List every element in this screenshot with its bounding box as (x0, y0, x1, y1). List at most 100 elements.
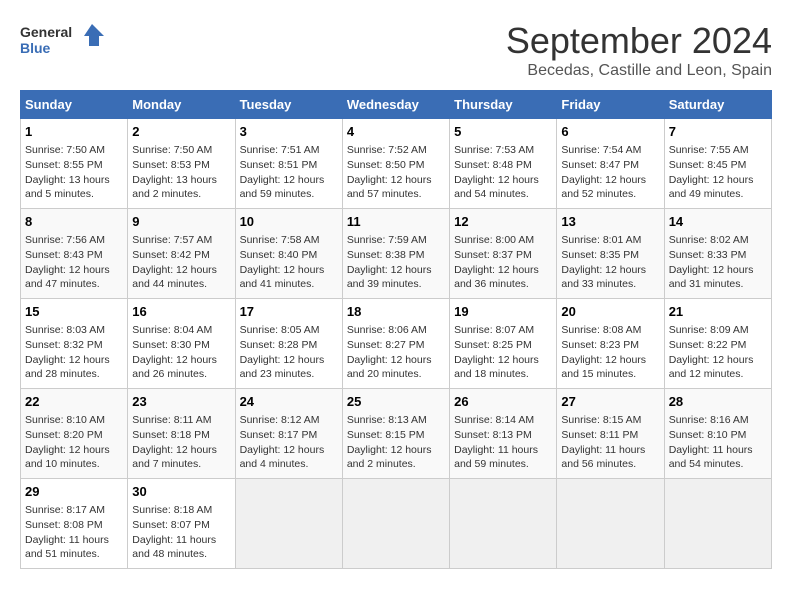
day-number: 30 (132, 483, 230, 501)
calendar-day (342, 479, 449, 569)
page-subtitle: Becedas, Castille and Leon, Spain (506, 62, 772, 80)
day-info: Sunrise: 7:57 AM Sunset: 8:42 PM Dayligh… (132, 233, 230, 292)
calendar-day: 9Sunrise: 7:57 AM Sunset: 8:42 PM Daylig… (128, 209, 235, 299)
day-number: 1 (25, 123, 123, 141)
calendar-day: 2 Sunrise: 7:50 AM Sunset: 8:53 PM Daylig… (128, 119, 235, 209)
day-info: Sunrise: 7:53 AM Sunset: 8:48 PM Dayligh… (454, 143, 552, 202)
day-number: 29 (25, 483, 123, 501)
day-number: 16 (132, 303, 230, 321)
day-number: 14 (669, 213, 767, 231)
day-info: Sunrise: 7:50 AM Sunset: 8:55 PM Dayligh… (25, 143, 123, 202)
day-number: 19 (454, 303, 552, 321)
calendar-day: 18 Sunrise: 8:06 AM Sunset: 8:27 PM Dayli… (342, 299, 449, 389)
day-info: Sunrise: 8:12 AM Sunset: 8:17 PM Dayligh… (240, 413, 338, 472)
calendar-day: 11 Sunrise: 7:59 AM Sunset: 8:38 PM Dayli… (342, 209, 449, 299)
day-info: Sunrise: 7:58 AM Sunset: 8:40 PM Dayligh… (240, 233, 338, 292)
calendar-day: 17 Sunrise: 8:05 AM Sunset: 8:28 PM Dayli… (235, 299, 342, 389)
calendar-day: 29 Sunrise: 8:17 AM Sunset: 8:08 PM Dayli… (21, 479, 128, 569)
day-number: 22 (25, 393, 123, 411)
day-info: Sunrise: 7:51 AM Sunset: 8:51 PM Dayligh… (240, 143, 338, 202)
day-number: 10 (240, 213, 338, 231)
day-info: Sunrise: 8:09 AM Sunset: 8:22 PM Dayligh… (669, 323, 767, 382)
day-info: Sunrise: 8:03 AM Sunset: 8:32 PM Dayligh… (25, 323, 123, 382)
calendar-day: 28 Sunrise: 8:16 AM Sunset: 8:10 PM Dayli… (664, 389, 771, 479)
weekday-header-friday: Friday (557, 91, 664, 119)
calendar-day (235, 479, 342, 569)
day-info: Sunrise: 7:52 AM Sunset: 8:50 PM Dayligh… (347, 143, 445, 202)
day-info: Sunrise: 8:06 AM Sunset: 8:27 PM Dayligh… (347, 323, 445, 382)
calendar-day: 21 Sunrise: 8:09 AM Sunset: 8:22 PM Dayli… (664, 299, 771, 389)
day-info: Sunrise: 7:59 AM Sunset: 8:38 PM Dayligh… (347, 233, 445, 292)
day-info: Sunrise: 8:16 AM Sunset: 8:10 PM Dayligh… (669, 413, 767, 472)
day-number: 7 (669, 123, 767, 141)
calendar-week-3: 15 Sunrise: 8:03 AM Sunset: 8:32 PM Dayli… (21, 299, 772, 389)
weekday-header-monday: Monday (128, 91, 235, 119)
day-info: Sunrise: 8:04 AM Sunset: 8:30 PM Dayligh… (132, 323, 230, 382)
day-number: 11 (347, 213, 445, 231)
day-number: 28 (669, 393, 767, 411)
svg-text:General: General (20, 24, 72, 40)
day-number: 5 (454, 123, 552, 141)
calendar-day: 24 Sunrise: 8:12 AM Sunset: 8:17 PM Dayli… (235, 389, 342, 479)
calendar-day: 6 Sunrise: 7:54 AM Sunset: 8:47 PM Daylig… (557, 119, 664, 209)
calendar-day: 25Sunrise: 8:13 AM Sunset: 8:15 PM Dayli… (342, 389, 449, 479)
calendar-day: 5 Sunrise: 7:53 AM Sunset: 8:48 PM Daylig… (450, 119, 557, 209)
calendar-day: 14 Sunrise: 8:02 AM Sunset: 8:33 PM Dayli… (664, 209, 771, 299)
day-number: 6 (561, 123, 659, 141)
day-number: 21 (669, 303, 767, 321)
calendar-day: 4Sunrise: 7:52 AM Sunset: 8:50 PM Daylig… (342, 119, 449, 209)
day-number: 8 (25, 213, 123, 231)
header: General Blue September 2024 Becedas, Cas… (20, 20, 772, 80)
calendar-day: 7 Sunrise: 7:55 AM Sunset: 8:45 PM Daylig… (664, 119, 771, 209)
day-number: 24 (240, 393, 338, 411)
calendar-day (664, 479, 771, 569)
calendar-week-5: 29 Sunrise: 8:17 AM Sunset: 8:08 PM Dayli… (21, 479, 772, 569)
day-number: 17 (240, 303, 338, 321)
calendar-day: 8 Sunrise: 7:56 AM Sunset: 8:43 PM Daylig… (21, 209, 128, 299)
calendar-day: 10 Sunrise: 7:58 AM Sunset: 8:40 PM Dayli… (235, 209, 342, 299)
calendar-day: 15 Sunrise: 8:03 AM Sunset: 8:32 PM Dayli… (21, 299, 128, 389)
day-number: 25 (347, 393, 445, 411)
day-info: Sunrise: 8:05 AM Sunset: 8:28 PM Dayligh… (240, 323, 338, 382)
day-info: Sunrise: 8:17 AM Sunset: 8:08 PM Dayligh… (25, 503, 123, 562)
calendar-day: 23Sunrise: 8:11 AM Sunset: 8:18 PM Dayli… (128, 389, 235, 479)
day-info: Sunrise: 7:50 AM Sunset: 8:53 PM Dayligh… (132, 143, 230, 202)
calendar-day (557, 479, 664, 569)
calendar-week-1: 1 Sunrise: 7:50 AM Sunset: 8:55 PM Daylig… (21, 119, 772, 209)
day-number: 18 (347, 303, 445, 321)
weekday-header-saturday: Saturday (664, 91, 771, 119)
svg-text:Blue: Blue (20, 40, 51, 56)
day-info: Sunrise: 8:02 AM Sunset: 8:33 PM Dayligh… (669, 233, 767, 292)
day-info: Sunrise: 8:18 AM Sunset: 8:07 PM Dayligh… (132, 503, 230, 562)
day-number: 12 (454, 213, 552, 231)
day-info: Sunrise: 7:56 AM Sunset: 8:43 PM Dayligh… (25, 233, 123, 292)
calendar-day: 30 Sunrise: 8:18 AM Sunset: 8:07 PM Dayli… (128, 479, 235, 569)
day-number: 20 (561, 303, 659, 321)
calendar-day (450, 479, 557, 569)
day-number: 15 (25, 303, 123, 321)
weekday-header-sunday: Sunday (21, 91, 128, 119)
calendar-day: 22 Sunrise: 8:10 AM Sunset: 8:20 PM Dayli… (21, 389, 128, 479)
day-info: Sunrise: 8:14 AM Sunset: 8:13 PM Dayligh… (454, 413, 552, 472)
title-area: September 2024 Becedas, Castille and Leo… (506, 20, 772, 80)
calendar-day: 3 Sunrise: 7:51 AM Sunset: 8:51 PM Daylig… (235, 119, 342, 209)
calendar-week-4: 22 Sunrise: 8:10 AM Sunset: 8:20 PM Dayli… (21, 389, 772, 479)
day-info: Sunrise: 8:10 AM Sunset: 8:20 PM Dayligh… (25, 413, 123, 472)
weekday-header-thursday: Thursday (450, 91, 557, 119)
calendar-day: 16 Sunrise: 8:04 AM Sunset: 8:30 PM Dayli… (128, 299, 235, 389)
day-number: 26 (454, 393, 552, 411)
day-info: Sunrise: 8:08 AM Sunset: 8:23 PM Dayligh… (561, 323, 659, 382)
day-number: 3 (240, 123, 338, 141)
calendar-day: 13Sunrise: 8:01 AM Sunset: 8:35 PM Dayli… (557, 209, 664, 299)
calendar-day: 20 Sunrise: 8:08 AM Sunset: 8:23 PM Dayli… (557, 299, 664, 389)
day-info: Sunrise: 7:55 AM Sunset: 8:45 PM Dayligh… (669, 143, 767, 202)
calendar-day: 27Sunrise: 8:15 AM Sunset: 8:11 PM Dayli… (557, 389, 664, 479)
day-info: Sunrise: 7:54 AM Sunset: 8:47 PM Dayligh… (561, 143, 659, 202)
day-number: 27 (561, 393, 659, 411)
calendar-day: 26 Sunrise: 8:14 AM Sunset: 8:13 PM Dayli… (450, 389, 557, 479)
day-number: 23 (132, 393, 230, 411)
day-info: Sunrise: 8:00 AM Sunset: 8:37 PM Dayligh… (454, 233, 552, 292)
calendar-table: SundayMondayTuesdayWednesdayThursdayFrid… (20, 90, 772, 569)
day-number: 13 (561, 213, 659, 231)
day-number: 2 (132, 123, 230, 141)
